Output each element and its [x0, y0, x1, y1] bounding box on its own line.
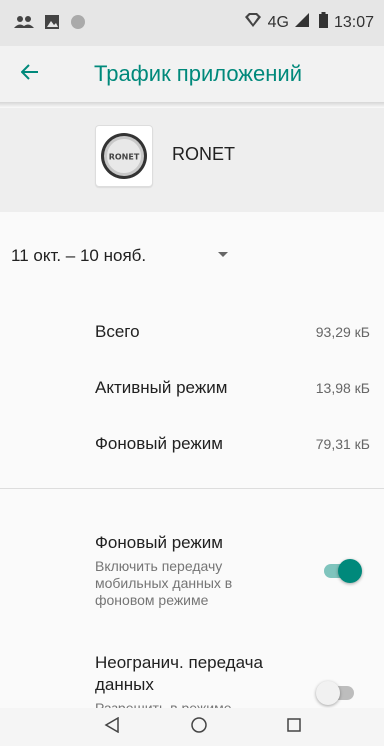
usage-row-background: Фоновый режим 79,31 кБ [0, 430, 384, 460]
app-icon-logo-text: RONET [109, 153, 140, 162]
usage-row-total: Всего 93,29 кБ [0, 318, 384, 348]
signal-icon [294, 13, 309, 32]
section-divider [0, 488, 384, 489]
network-type: 4G [267, 13, 289, 31]
circle-icon [70, 14, 86, 35]
status-left-icons [14, 14, 86, 35]
nav-recents-button[interactable] [279, 715, 309, 739]
usage-value: 79,31 кБ [315, 436, 370, 452]
dropdown-caret-icon [218, 252, 228, 257]
status-right-icons: 4G 13:07 [244, 12, 374, 33]
nav-back-button[interactable] [97, 715, 127, 739]
setting-title: Фоновый режим [95, 533, 223, 552]
date-range-label: 11 окт. – 10 нояб. [11, 246, 147, 265]
status-time: 13:07 [333, 13, 374, 31]
usage-label: Всего [95, 322, 140, 341]
usage-label: Активный режим [95, 378, 228, 397]
date-range-selector[interactable]: 11 окт. – 10 нояб. [0, 232, 384, 282]
navigation-bar [0, 708, 384, 746]
app-icon: RONET [95, 125, 153, 187]
nav-back-icon [104, 716, 120, 738]
nav-home-icon [191, 716, 207, 738]
setting-title: Неогранич. передача данных [95, 653, 263, 694]
nav-recents-icon [287, 717, 301, 737]
usage-value: 93,29 кБ [315, 324, 370, 340]
app-bar: Трафик приложений [0, 46, 384, 102]
battery-icon [318, 12, 328, 33]
app-name: RONET [172, 144, 235, 164]
toggle-thumb [316, 681, 340, 705]
app-header: RONET RONET [0, 108, 384, 212]
nav-home-button[interactable] [184, 715, 214, 739]
background-data-toggle[interactable] [322, 556, 362, 584]
people-icon [14, 15, 34, 34]
setting-unrestricted-data[interactable]: Неогранич. передача данных Разрешить в р… [0, 650, 384, 708]
usage-label: Фоновый режим [95, 434, 223, 453]
image-icon [44, 14, 60, 35]
status-bar: 4G 13:07 [0, 0, 384, 46]
toggle-thumb [338, 559, 362, 583]
setting-summary: Включить передачу мобильных данных в фон… [95, 558, 233, 608]
arrow-back-icon [20, 63, 39, 85]
usage-row-foreground: Активный режим 13,98 кБ [0, 374, 384, 404]
vpn-key-icon [244, 12, 262, 33]
usage-value: 13,98 кБ [315, 380, 370, 396]
unrestricted-data-toggle[interactable] [316, 678, 358, 706]
setting-summary: Разрешить в режиме [95, 700, 232, 708]
back-button[interactable] [8, 52, 52, 96]
setting-background-data[interactable]: Фоновый режим Включить передачу мобильны… [0, 528, 384, 618]
page-title: Трафик приложений [94, 61, 302, 86]
